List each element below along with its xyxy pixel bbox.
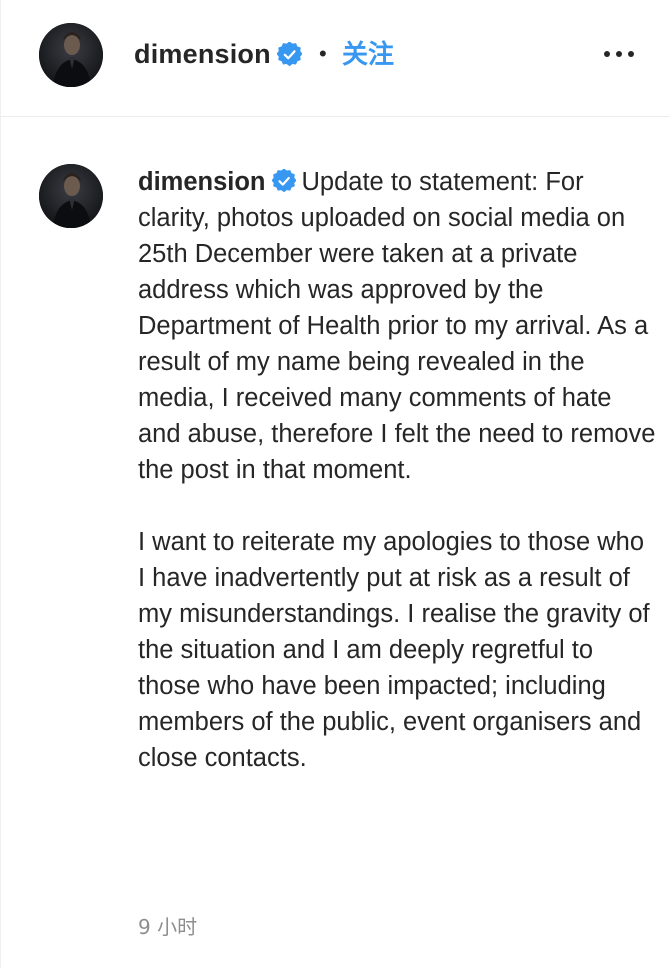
header-username-text[interactable]: dimension [134, 39, 271, 69]
more-horizontal-icon[interactable] [601, 44, 637, 64]
caption-avatar[interactable] [39, 164, 103, 228]
caption-paragraph-1: dimension Update to statement: For clari… [138, 164, 658, 488]
caption-username[interactable]: dimension [138, 168, 266, 196]
avatar[interactable] [39, 23, 103, 87]
header-separator: • [319, 41, 327, 66]
verified-badge-icon [271, 169, 296, 193]
caption-paragraph-2: I want to reiterate my apologies to thos… [138, 524, 658, 776]
follow-button[interactable]: 关注 [342, 36, 394, 72]
post-caption: dimension Update to statement: For clari… [138, 164, 658, 776]
caption-text-2: I want to reiterate my apologies to thos… [138, 528, 650, 772]
post-timestamp[interactable]: 9 小时 [138, 913, 197, 941]
post-header: dimension • 关注 [1, 0, 670, 117]
caption-text-1: Update to statement: For clarity, photos… [138, 168, 656, 484]
header-username[interactable]: dimension [134, 36, 302, 72]
verified-badge-icon [276, 42, 302, 67]
